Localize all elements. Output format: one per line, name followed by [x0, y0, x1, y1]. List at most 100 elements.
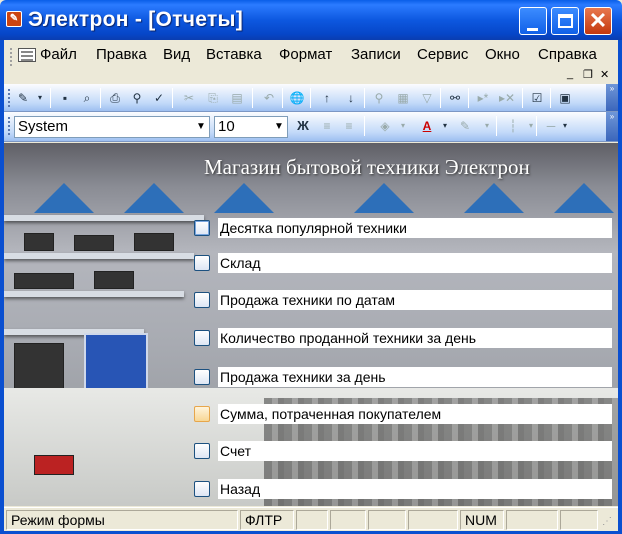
menu-edit[interactable]: Правка — [96, 46, 147, 63]
report-button[interactable] — [194, 481, 210, 497]
design-view-icon[interactable]: ✎ — [14, 89, 32, 107]
form-view-toolbar: ✎ ▾ ▪ ⌕ ⎙ ⚲ ✓ ✂ ⎘ ▤ ↶ 🌐 ↑ ↓ ⚲ ▦ ▽ ⚯ ▸* ▸… — [4, 84, 618, 112]
line-color-icon[interactable]: ✎ — [456, 117, 474, 135]
app-icon[interactable]: ✎ — [6, 11, 22, 27]
report-sales-by-date[interactable]: Продажа техники по датам — [194, 290, 612, 310]
paste-icon[interactable]: ▤ — [228, 89, 246, 107]
sort-descending-icon[interactable]: ↓ — [342, 89, 360, 107]
filter-by-selection-icon[interactable]: ⚲ — [370, 89, 388, 107]
back-button[interactable]: Назад — [194, 479, 612, 499]
chevron-down-icon[interactable]: ▾ — [436, 117, 454, 135]
undo-icon[interactable]: ↶ — [260, 89, 278, 107]
chevron-down-icon[interactable]: ▾ — [522, 117, 540, 135]
toolbar-overflow-icon[interactable]: » — [606, 112, 618, 141]
window-frame-right — [618, 40, 622, 534]
report-label[interactable]: Сумма, потраченная покупателем — [218, 404, 612, 424]
cut-icon[interactable]: ✂ — [180, 89, 198, 107]
report-label[interactable]: Склад — [218, 253, 612, 273]
menu-window[interactable]: Окно — [485, 46, 520, 63]
status-num: NUM — [460, 510, 504, 530]
filter-by-form-icon[interactable]: ▦ — [394, 89, 412, 107]
title-bar: ✎ Электрон - [Отчеты] ✕ — [0, 0, 622, 40]
search-file-icon[interactable]: ⌕ — [78, 89, 96, 107]
status-mode: Режим формы — [6, 510, 238, 530]
form-title: Магазин бытовой техники Электрон — [204, 155, 530, 179]
doc-minimize-icon[interactable]: _ — [567, 68, 573, 80]
report-button[interactable] — [194, 330, 210, 346]
menu-bar: Файл Правка Вид Вставка Формат Записи Се… — [0, 40, 622, 81]
menu-help[interactable]: Справка — [538, 46, 597, 63]
status-cell — [560, 510, 598, 530]
menu-tools[interactable]: Сервис — [417, 46, 468, 63]
report-label[interactable]: Назад — [218, 479, 612, 499]
copy-icon[interactable]: ⎘ — [204, 89, 222, 107]
report-invoice[interactable]: Счет — [194, 441, 612, 461]
report-button[interactable] — [194, 369, 210, 385]
view-dropdown-icon[interactable]: ▾ — [31, 89, 49, 107]
report-button[interactable] — [194, 443, 210, 459]
toolbar-overflow-icon[interactable]: » — [606, 84, 618, 111]
doc-close-icon[interactable]: ✕ — [600, 68, 609, 81]
align-center-icon[interactable]: ≡ — [318, 117, 336, 135]
report-customer-spending[interactable]: Сумма, потраченная покупателем — [194, 404, 612, 424]
menu-insert[interactable]: Вставка — [206, 46, 262, 63]
menu-records[interactable]: Записи — [351, 46, 401, 63]
report-button[interactable] — [194, 406, 210, 422]
minimize-button[interactable] — [519, 7, 547, 35]
menu-grip[interactable] — [10, 48, 14, 66]
font-name-select[interactable]: System ▼ — [14, 116, 210, 138]
toolbar-grip[interactable] — [8, 89, 11, 107]
status-filter: ФЛТР — [240, 510, 294, 530]
report-label[interactable]: Продажа техники по датам — [218, 290, 612, 310]
report-sales-per-day[interactable]: Продажа техники за день — [194, 367, 612, 387]
fill-color-icon[interactable]: ◈ — [376, 117, 394, 135]
delete-record-icon[interactable]: ▸✕ — [498, 89, 516, 107]
menu-view[interactable]: Вид — [163, 46, 190, 63]
chevron-down-icon[interactable]: ▾ — [556, 117, 574, 135]
bold-button[interactable]: Ж — [294, 117, 312, 135]
resize-grip-icon[interactable]: ⋰ — [602, 516, 612, 527]
spelling-icon[interactable]: ✓ — [150, 89, 168, 107]
maximize-button[interactable] — [551, 7, 579, 35]
save-icon[interactable]: ▪ — [56, 89, 74, 107]
hyperlink-icon[interactable]: 🌐 — [288, 89, 306, 107]
report-label[interactable]: Десятка популярной техники — [218, 218, 612, 238]
report-top-ten[interactable]: Десятка популярной техники — [194, 218, 612, 238]
border-style-icon[interactable]: ┆ — [504, 117, 522, 135]
apply-filter-icon[interactable]: ▽ — [418, 89, 436, 107]
doc-restore-icon[interactable]: ❐ — [583, 68, 593, 81]
properties-icon[interactable]: ☑ — [528, 89, 546, 107]
report-label[interactable]: Счет — [218, 441, 612, 461]
print-icon[interactable]: ⎙ — [106, 89, 124, 107]
reports-form: Магазин бытовой техники Электрон Десятка… — [4, 143, 618, 506]
align-right-icon[interactable]: ≡ — [340, 117, 358, 135]
window-title: Электрон - [Отчеты] — [28, 8, 244, 31]
status-cell — [296, 510, 328, 530]
find-icon[interactable]: ⚯ — [446, 89, 464, 107]
report-quantity-sold-per-day[interactable]: Количество проданной техники за день — [194, 328, 612, 348]
menu-format[interactable]: Формат — [279, 46, 332, 63]
menu-file[interactable]: Файл — [40, 46, 77, 63]
chevron-down-icon[interactable]: ▼ — [193, 117, 209, 137]
report-label[interactable]: Продажа техники за день — [218, 367, 612, 387]
report-button[interactable] — [194, 255, 210, 271]
sort-ascending-icon[interactable]: ↑ — [318, 89, 336, 107]
chevron-down-icon[interactable]: ▾ — [478, 117, 496, 135]
status-cell — [408, 510, 458, 530]
database-window-icon[interactable]: ▣ — [556, 89, 574, 107]
report-button[interactable] — [194, 292, 210, 308]
report-label[interactable]: Количество проданной техники за день — [218, 328, 612, 348]
minimize-icon — [520, 14, 546, 40]
report-button[interactable] — [194, 220, 210, 236]
report-warehouse[interactable]: Склад — [194, 253, 612, 273]
toolbar-grip[interactable] — [8, 117, 11, 135]
close-button[interactable]: ✕ — [584, 7, 612, 35]
print-preview-icon[interactable]: ⚲ — [128, 89, 146, 107]
new-record-icon[interactable]: ▸* — [474, 89, 492, 107]
chevron-down-icon[interactable]: ▾ — [394, 117, 412, 135]
maximize-icon — [552, 8, 578, 34]
chevron-down-icon[interactable]: ▼ — [271, 117, 287, 137]
font-color-icon[interactable]: A — [418, 117, 436, 135]
font-size-select[interactable]: 10 ▼ — [214, 116, 288, 138]
document-icon[interactable] — [18, 48, 36, 62]
